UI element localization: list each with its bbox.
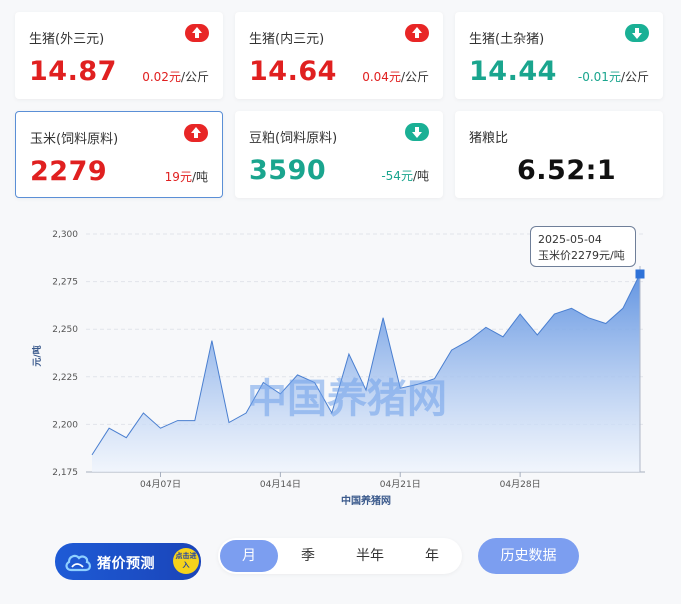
arrow-up-icon: [185, 24, 209, 42]
data-point[interactable]: [535, 332, 540, 337]
data-point[interactable]: [107, 426, 112, 431]
card-change: 0.02元/公斤: [142, 70, 209, 84]
data-point[interactable]: [620, 306, 625, 311]
arrow-up-icon: [405, 24, 429, 42]
area-fill: [92, 274, 640, 472]
x-tick-label: 04月07日: [140, 479, 181, 490]
data-point[interactable]: [158, 426, 163, 431]
x-tick-label: 04月21日: [380, 479, 421, 490]
card-change: -0.01元/公斤: [577, 70, 649, 84]
arrow-up-icon: [184, 124, 208, 142]
data-point[interactable]: [501, 334, 506, 339]
data-point[interactable]: [586, 315, 591, 320]
y-tick-label: 2,300: [52, 230, 78, 240]
price-card-soymeal[interactable]: 豆粕(饲料原料) 3590 -54元/吨: [235, 111, 443, 198]
arrow-down-icon: [405, 123, 429, 141]
x-tick-label: 04月14日: [260, 479, 301, 490]
card-change: -54元/吨: [381, 169, 429, 183]
data-point[interactable]: [483, 325, 488, 330]
price-card-inner-three[interactable]: 生猪(内三元) 14.64 0.04元/公斤: [235, 12, 443, 99]
forecast-badge: 点击进入: [173, 548, 199, 574]
card-name: 生猪(内三元): [249, 32, 325, 47]
price-card-pig-grain-ratio[interactable]: 猪粮比 6.52:1: [455, 111, 663, 198]
card-name: 生猪(外三元): [29, 32, 105, 47]
y-tick-label: 2,225: [52, 373, 78, 383]
data-point[interactable]: [141, 410, 146, 415]
data-point[interactable]: [449, 348, 454, 353]
watermark: 中国养猪网: [247, 376, 447, 422]
data-point[interactable]: [346, 351, 351, 356]
period-month[interactable]: 月: [220, 540, 278, 572]
period-quarter[interactable]: 季: [280, 540, 336, 572]
data-point[interactable]: [227, 420, 232, 425]
card-price: 6.52:1: [517, 155, 617, 186]
price-card-corn[interactable]: 玉米(饲料原料) 2279 19元/吨: [15, 111, 223, 198]
card-price: 3590: [249, 155, 327, 186]
price-card-outer-three[interactable]: 生猪(外三元) 14.87 0.02元/公斤: [15, 12, 223, 99]
x-axis-label: 中国养猪网: [341, 494, 391, 507]
data-point[interactable]: [466, 338, 471, 343]
x-tick-label: 04月28日: [500, 479, 541, 490]
data-point[interactable]: [552, 311, 557, 316]
cloud-icon: [65, 554, 91, 572]
y-axis-label: 元/吨: [31, 345, 43, 366]
data-point[interactable]: [192, 418, 197, 423]
card-name: 豆粕(饲料原料): [249, 131, 338, 146]
data-point[interactable]: [90, 452, 95, 457]
card-price: 14.64: [249, 56, 337, 87]
card-name: 生猪(土杂猪): [469, 32, 545, 47]
data-point[interactable]: [603, 321, 608, 326]
card-change: 19元/吨: [164, 170, 208, 184]
arrow-down-icon: [625, 24, 649, 42]
card-name: 猪粮比: [469, 131, 509, 146]
tooltip-value: 玉米价2279元/吨: [538, 249, 625, 262]
card-change: 0.04元/公斤: [362, 70, 429, 84]
price-forecast-button[interactable]: 猪价预测 点击进入: [55, 543, 201, 580]
period-half-year[interactable]: 半年: [340, 540, 400, 572]
hover-marker[interactable]: [635, 269, 645, 279]
tooltip-date: 2025-05-04: [538, 233, 602, 246]
card-price: 2279: [30, 156, 108, 187]
data-point[interactable]: [569, 306, 574, 311]
forecast-label: 猪价预测: [97, 556, 155, 572]
data-point[interactable]: [518, 311, 523, 316]
y-tick-label: 2,250: [52, 325, 78, 335]
data-point[interactable]: [175, 418, 180, 423]
card-price: 14.87: [29, 56, 117, 87]
data-point[interactable]: [124, 435, 129, 440]
period-selector: 月 季 半年 年: [218, 538, 462, 574]
data-point[interactable]: [209, 338, 214, 343]
data-point[interactable]: [381, 315, 386, 320]
history-data-button[interactable]: 历史数据: [478, 538, 579, 574]
y-tick-label: 2,200: [52, 420, 78, 430]
y-tick-label: 2,275: [52, 278, 78, 288]
chart-tooltip: 2025-05-04 玉米价2279元/吨: [530, 226, 636, 267]
card-name: 玉米(饲料原料): [30, 132, 119, 147]
card-price: 14.44: [469, 56, 557, 87]
y-tick-label: 2,175: [52, 468, 78, 478]
price-card-local-pig[interactable]: 生猪(土杂猪) 14.44 -0.01元/公斤: [455, 12, 663, 99]
period-year[interactable]: 年: [404, 540, 460, 572]
